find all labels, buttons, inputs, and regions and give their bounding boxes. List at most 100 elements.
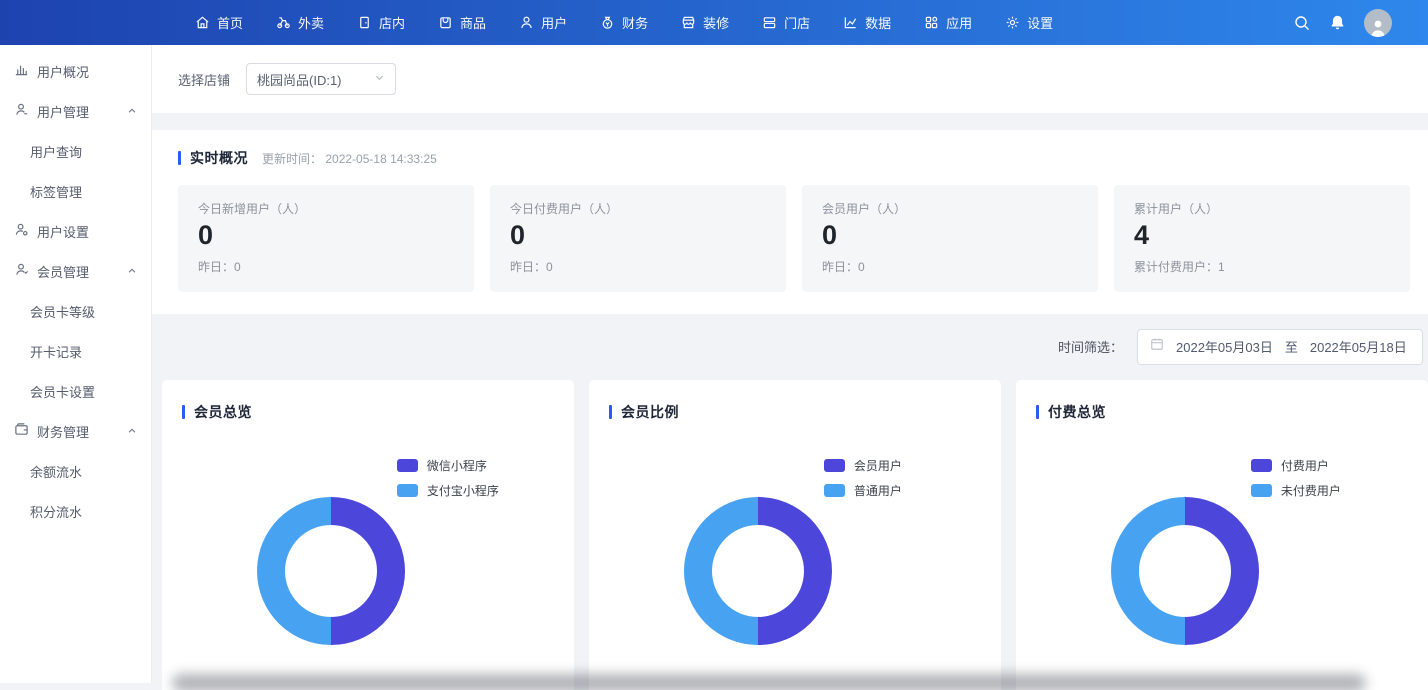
top-nav-menu: 首页 外卖 店内 商品 用户 财务 装修 门店 [195, 13, 1086, 32]
sidebar-item-label: 标签管理 [30, 182, 137, 201]
update-time-value: 2022-05-18 14:33:25 [325, 152, 436, 166]
stat-cards: 今日新增用户（人） 0 昨日：0 今日付费用户（人） 0 昨日：0 会员用户（人… [178, 185, 1410, 292]
charts-row: 会员总览 微信小程序 支付宝小程序 会员比例 [162, 380, 1428, 690]
nav-item-label: 财务 [622, 13, 648, 32]
nav-item-label: 店内 [379, 13, 405, 32]
member-manage-icon [14, 262, 29, 280]
chart-legend: 付费用户 未付费用户 [1251, 457, 1341, 507]
legend-item[interactable]: 普通用户 [824, 482, 902, 499]
chart-panel-member-ratio: 会员比例 会员用户 普通用户 [589, 380, 1001, 690]
sidebar-item-points-flow[interactable]: 积分流水 [0, 491, 151, 531]
legend-item[interactable]: 微信小程序 [397, 457, 499, 474]
chart-legend: 微信小程序 支付宝小程序 [397, 457, 499, 507]
nav-item-instore[interactable]: 店内 [357, 13, 405, 32]
chart-title-row: 会员比例 [609, 402, 981, 422]
stat-sub: 累计付费用户：1 [1134, 258, 1390, 275]
donut-chart-member-ratio [684, 497, 832, 645]
legend-item[interactable]: 未付费用户 [1251, 482, 1341, 499]
user-manage-icon [14, 102, 29, 120]
nav-item-label: 外卖 [298, 13, 324, 32]
sidebar-item-balance-flow[interactable]: 余额流水 [0, 451, 151, 491]
sidebar-item-member-card-settings[interactable]: 会员卡设置 [0, 371, 151, 411]
nav-item-shop[interactable]: 门店 [762, 13, 810, 32]
nav-item-finance[interactable]: 财务 [600, 13, 648, 32]
update-time-label: 更新时间： [262, 152, 322, 166]
legend-label: 微信小程序 [427, 457, 487, 474]
sidebar-item-user-settings[interactable]: 用户设置 [0, 211, 151, 251]
stat-value: 4 [1134, 221, 1390, 251]
store-select[interactable]: 桃园尚品(ID:1) [246, 63, 396, 95]
legend-label: 支付宝小程序 [427, 482, 499, 499]
legend-item[interactable]: 支付宝小程序 [397, 482, 499, 499]
legend-swatch [1251, 484, 1272, 497]
stat-card-new-users-today: 今日新增用户（人） 0 昨日：0 [178, 185, 474, 292]
nav-item-label: 用户 [541, 13, 567, 32]
store-selector-label: 选择店铺 [178, 70, 230, 89]
sidebar-item-member-management[interactable]: 会员管理 [0, 251, 151, 291]
chart-title: 付费总览 [1048, 402, 1106, 422]
sidebar-item-label: 会员卡等级 [30, 302, 137, 321]
nav-item-user[interactable]: 用户 [519, 13, 567, 32]
range-separator: 至 [1285, 337, 1298, 356]
chart-panel-member-overview: 会员总览 微信小程序 支付宝小程序 [162, 380, 574, 690]
wallet-icon [14, 422, 29, 440]
user-avatar[interactable] [1364, 9, 1392, 37]
store-selector-row: 选择店铺 桃园尚品(ID:1) [152, 45, 1428, 113]
legend-item[interactable]: 会员用户 [824, 457, 902, 474]
donut-chart-payment-overview [1111, 497, 1259, 645]
sidebar-item-member-card-level[interactable]: 会员卡等级 [0, 291, 151, 331]
nav-item-data[interactable]: 数据 [843, 13, 891, 32]
nav-item-decoration[interactable]: 装修 [681, 13, 729, 32]
legend-swatch [1251, 459, 1272, 472]
user-settings-icon [14, 222, 29, 240]
sidebar-item-user-overview[interactable]: 用户概况 [0, 51, 151, 91]
nav-item-settings[interactable]: 设置 [1005, 13, 1053, 32]
nav-item-label: 数据 [865, 13, 891, 32]
user-icon [519, 15, 534, 30]
calendar-icon [1150, 337, 1176, 356]
topbar-actions [1293, 9, 1392, 37]
chart-legend: 会员用户 普通用户 [824, 457, 902, 507]
notification-bell-icon[interactable] [1329, 14, 1346, 31]
home-icon [195, 15, 210, 30]
nav-item-home[interactable]: 首页 [195, 13, 243, 32]
title-accent-bar [1036, 405, 1039, 419]
sidebar-item-user-query[interactable]: 用户查询 [0, 131, 151, 171]
sidebar-item-user-management[interactable]: 用户管理 [0, 91, 151, 131]
nav-item-label: 应用 [946, 13, 972, 32]
chart-title: 会员总览 [194, 402, 252, 422]
stat-label: 今日新增用户（人） [198, 200, 454, 217]
apps-icon [924, 15, 939, 30]
nav-item-label: 门店 [784, 13, 810, 32]
bar-chart-icon [14, 62, 29, 80]
decoration-icon [681, 15, 696, 30]
nav-item-apps[interactable]: 应用 [924, 13, 972, 32]
stat-value: 0 [198, 221, 454, 251]
range-end-date[interactable]: 2022年05月18日 [1310, 337, 1407, 356]
time-filter-row: 时间筛选： 2022年05月03日 至 2022年05月18日 [152, 314, 1428, 380]
range-start-date[interactable]: 2022年05月03日 [1176, 337, 1273, 356]
realtime-overview-panel: 实时概况 更新时间： 2022-05-18 14:33:25 今日新增用户（人）… [152, 130, 1428, 314]
title-accent-bar [609, 405, 612, 419]
sidebar-item-label: 积分流水 [30, 502, 137, 521]
chart-title-row: 会员总览 [182, 402, 554, 422]
legend-label: 付费用户 [1281, 457, 1329, 474]
chevron-down-icon [374, 70, 385, 88]
sidebar: 用户概况 用户管理 用户查询 标签管理 用户设置 会员管理 会员卡等级 开卡记录… [0, 45, 152, 683]
stat-value: 0 [510, 221, 766, 251]
sidebar-item-finance-management[interactable]: 财务管理 [0, 411, 151, 451]
chevron-up-icon [127, 424, 137, 439]
legend-label: 会员用户 [854, 457, 902, 474]
nav-item-takeout[interactable]: 外卖 [276, 13, 324, 32]
search-icon[interactable] [1293, 14, 1311, 32]
sidebar-item-tag-management[interactable]: 标签管理 [0, 171, 151, 211]
nav-item-goods[interactable]: 商品 [438, 13, 486, 32]
realtime-title: 实时概况 [190, 148, 248, 168]
nav-item-label: 设置 [1027, 13, 1053, 32]
date-range-picker[interactable]: 2022年05月03日 至 2022年05月18日 [1137, 329, 1423, 365]
legend-item[interactable]: 付费用户 [1251, 457, 1341, 474]
main-content: 选择店铺 桃园尚品(ID:1) 实时概况 更新时间： 2022-05-18 14… [152, 45, 1428, 690]
stat-card-paying-users-today: 今日付费用户（人） 0 昨日：0 [490, 185, 786, 292]
sidebar-item-card-open-records[interactable]: 开卡记录 [0, 331, 151, 371]
stat-card-total-users: 累计用户（人） 4 累计付费用户：1 [1114, 185, 1410, 292]
